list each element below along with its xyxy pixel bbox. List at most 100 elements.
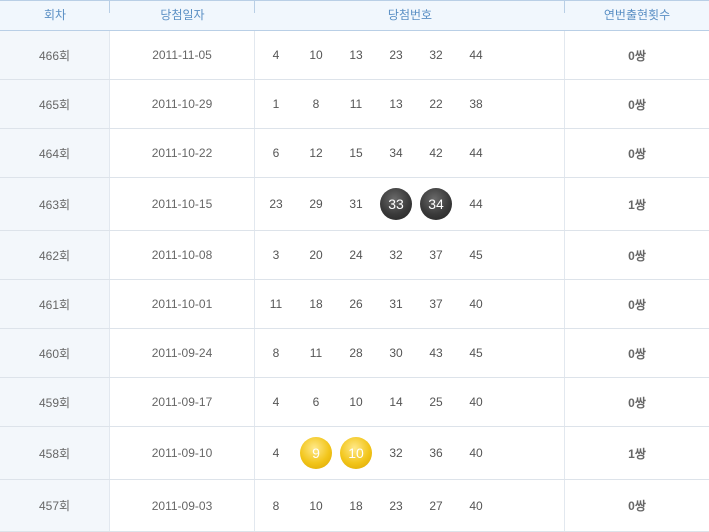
winning-number: 4	[272, 395, 280, 409]
consecutive-count-cell: 0쌍	[628, 48, 646, 63]
table-row: 460회 2011-09-24 8 11 28 30 43 45 0쌍	[0, 329, 709, 378]
winning-number: 1	[272, 97, 280, 111]
winning-number: 37	[429, 248, 443, 262]
table-row: 465회 2011-10-29 1 8 11 13 22 38 0쌍	[0, 80, 709, 129]
header-date: 당첨일자	[160, 8, 205, 22]
round-cell: 459회	[0, 378, 110, 426]
winning-number: 23	[269, 197, 283, 211]
winning-number: 36	[429, 446, 443, 460]
highlighted-number-ball: 9	[300, 437, 332, 469]
winning-number: 13	[389, 97, 403, 111]
winning-number: 32	[389, 248, 403, 262]
table-row: 458회 2011-09-10 4 9 10 32 36 40 1쌍	[0, 427, 709, 480]
consecutive-count-cell: 0쌍	[628, 346, 646, 361]
winning-number: 23	[389, 48, 403, 62]
winning-number: 11	[349, 97, 363, 111]
date-cell: 2011-09-24	[110, 329, 255, 377]
table-row: 461회 2011-10-01 11 18 26 31 37 40 0쌍	[0, 280, 709, 329]
winning-number: 6	[312, 395, 320, 409]
winning-number: 8	[272, 346, 280, 360]
winning-number: 4	[272, 48, 280, 62]
winning-number: 22	[429, 97, 443, 111]
winning-number: 18	[309, 297, 323, 311]
numbers-cell: 3 20 24 32 37 45	[255, 231, 565, 279]
winning-number: 45	[469, 248, 483, 262]
winning-number: 28	[349, 346, 363, 360]
numbers-cell: 4 6 10 14 25 40	[255, 378, 565, 426]
winning-number: 26	[349, 297, 363, 311]
round-cell: 466회	[0, 31, 110, 79]
consecutive-count-cell: 0쌍	[628, 395, 646, 410]
table-header: 회차 당첨일자 당첨번호 연번출현횟수	[0, 0, 709, 31]
header-consecutive: 연번출현횟수	[603, 8, 671, 22]
round-cell: 457회	[0, 480, 110, 531]
winning-number: 10	[309, 48, 323, 62]
table-row: 462회 2011-10-08 3 20 24 32 37 45 0쌍	[0, 231, 709, 280]
date-cell: 2011-09-17	[110, 378, 255, 426]
winning-number: 25	[429, 395, 443, 409]
consecutive-count-cell: 0쌍	[628, 297, 646, 312]
date-cell: 2011-09-10	[110, 427, 255, 479]
winning-number: 11	[269, 297, 283, 311]
winning-number: 40	[469, 395, 483, 409]
winning-number: 44	[469, 48, 483, 62]
consecutive-count-cell: 1쌍	[628, 197, 646, 212]
winning-number: 32	[429, 48, 443, 62]
numbers-cell: 11 18 26 31 37 40	[255, 280, 565, 328]
date-cell: 2011-11-05	[110, 31, 255, 79]
consecutive-count-cell: 0쌍	[628, 499, 646, 513]
highlighted-number-ball: 34	[420, 188, 452, 220]
round-cell: 462회	[0, 231, 110, 279]
lotto-results-table: 회차 당첨일자 당첨번호 연번출현횟수 466회 2011-11-05 4 10 13 2…	[0, 0, 709, 532]
winning-number: 30	[389, 346, 403, 360]
consecutive-count-cell: 0쌍	[628, 146, 646, 161]
table-row: 463회 2011-10-15 23 29 31 33 34 44 1쌍	[0, 178, 709, 231]
date-cell: 2011-09-03	[110, 480, 255, 531]
round-cell: 465회	[0, 80, 110, 128]
winning-number: 31	[389, 297, 403, 311]
winning-number: 8	[272, 498, 280, 513]
table-row: 466회 2011-11-05 4 10 13 23 32 44 0쌍	[0, 31, 709, 80]
winning-number: 11	[309, 346, 323, 360]
winning-number: 15	[349, 146, 363, 160]
winning-number: 20	[309, 248, 323, 262]
consecutive-count-cell: 0쌍	[628, 248, 646, 263]
numbers-cell: 8 10 18 23 27 40	[255, 480, 565, 531]
winning-number: 37	[429, 297, 443, 311]
date-cell: 2011-10-29	[110, 80, 255, 128]
winning-number: 3	[272, 248, 280, 262]
winning-number: 10	[349, 395, 363, 409]
numbers-cell: 4 10 13 23 32 44	[255, 31, 565, 79]
winning-number: 23	[389, 498, 403, 513]
date-cell: 2011-10-15	[110, 178, 255, 230]
winning-number: 42	[429, 146, 443, 160]
winning-number: 10	[309, 498, 323, 513]
winning-number: 18	[349, 498, 363, 513]
winning-number: 4	[272, 446, 280, 460]
round-cell: 461회	[0, 280, 110, 328]
table-row: 464회 2011-10-22 6 12 15 34 42 44 0쌍	[0, 129, 709, 178]
winning-number: 8	[312, 97, 320, 111]
winning-number: 44	[469, 146, 483, 160]
winning-number: 31	[349, 197, 363, 211]
winning-number: 43	[429, 346, 443, 360]
highlighted-number-ball: 10	[340, 437, 372, 469]
consecutive-count-cell: 1쌍	[628, 446, 646, 461]
winning-number: 40	[469, 498, 483, 513]
winning-number: 34	[389, 146, 403, 160]
winning-number: 40	[469, 446, 483, 460]
winning-number: 14	[389, 395, 403, 409]
winning-number: 27	[429, 498, 443, 513]
winning-number: 44	[469, 197, 483, 211]
round-cell: 463회	[0, 178, 110, 230]
winning-number: 29	[309, 197, 323, 211]
round-cell: 458회	[0, 427, 110, 479]
date-cell: 2011-10-01	[110, 280, 255, 328]
table-row: 459회 2011-09-17 4 6 10 14 25 40 0쌍	[0, 378, 709, 427]
table-row: 457회 2011-09-03 8 10 18 23 27 40 0쌍	[0, 480, 709, 532]
numbers-cell: 1 8 11 13 22 38	[255, 80, 565, 128]
numbers-cell: 8 11 28 30 43 45	[255, 329, 565, 377]
date-cell: 2011-10-22	[110, 129, 255, 177]
winning-number: 12	[309, 146, 323, 160]
numbers-cell: 23 29 31 33 34 44	[255, 178, 565, 230]
